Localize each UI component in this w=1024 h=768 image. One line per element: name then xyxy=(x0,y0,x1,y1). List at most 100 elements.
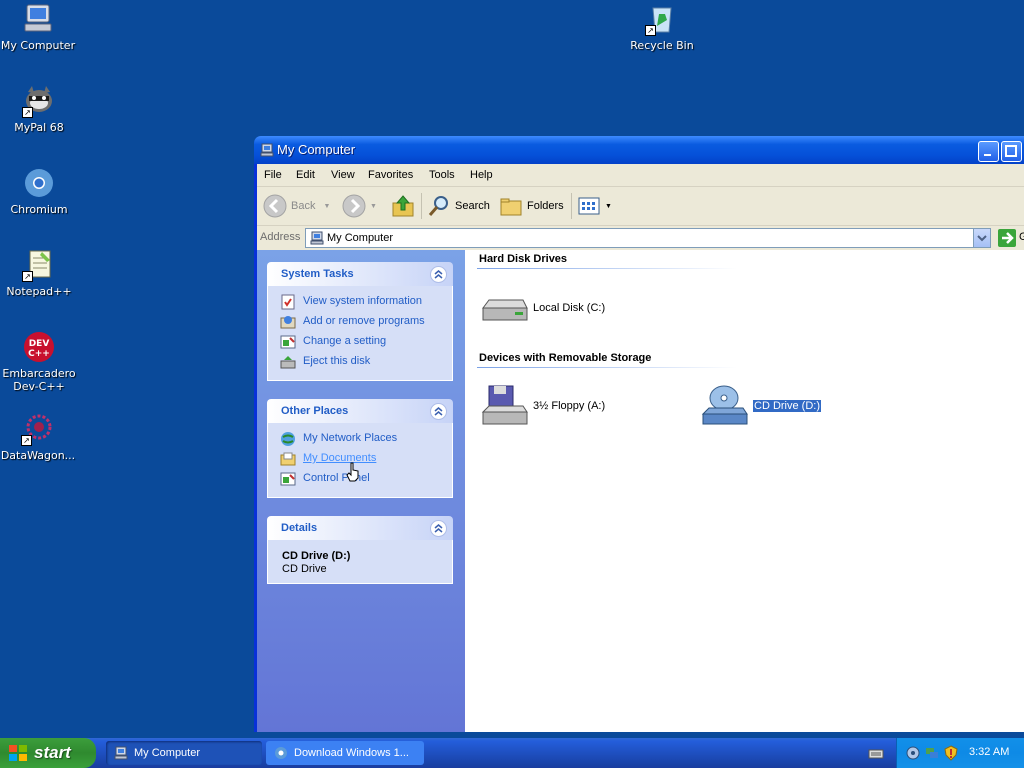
computer-icon xyxy=(114,746,128,760)
taskbar-download-windows[interactable]: Download Windows 1... xyxy=(266,741,424,765)
dev-cpp-icon: DEV C++ xyxy=(22,330,56,364)
system-tasks-header[interactable]: System Tasks xyxy=(267,262,453,286)
other-places-header[interactable]: Other Places xyxy=(267,399,453,423)
desktop-icon-recycle-bin[interactable]: ↗ Recycle Bin xyxy=(624,2,700,52)
folders-button[interactable]: Folders xyxy=(499,193,564,219)
chevron-down-icon: ▼ xyxy=(605,202,612,210)
network-places-icon xyxy=(280,431,296,447)
address-dropdown-button[interactable] xyxy=(973,229,990,247)
start-button[interactable]: start xyxy=(0,738,96,768)
menu-bar: File Edit View Favorites Tools Help xyxy=(257,164,1024,187)
forward-button[interactable]: ▼ xyxy=(342,193,377,219)
back-arrow-icon xyxy=(263,194,287,218)
chevron-down-icon: ▼ xyxy=(370,202,377,210)
other-places-body: My Network Places My Documents Control P… xyxy=(267,423,453,498)
desktop-icon-devcpp[interactable]: DEV C++ Embarcadero Dev-C++ xyxy=(1,330,77,393)
menu-help[interactable]: Help xyxy=(470,169,493,181)
control-panel-icon xyxy=(280,334,296,350)
computer-icon xyxy=(21,2,55,36)
desktop-icon-mypal[interactable]: ↗ MyPal 68 xyxy=(1,84,77,134)
menu-tools[interactable]: Tools xyxy=(429,169,455,181)
volume-icon[interactable] xyxy=(905,745,921,761)
floppy-drive-icon xyxy=(479,384,529,428)
views-grid-icon xyxy=(577,194,601,218)
shortcut-arrow-icon: ↗ xyxy=(645,25,656,36)
toolbar-separator xyxy=(571,193,572,219)
shortcut-arrow-icon: ↗ xyxy=(22,271,33,282)
shortcut-arrow-icon: ↗ xyxy=(22,107,33,118)
collapse-chevron-icon[interactable] xyxy=(430,266,447,283)
go-button[interactable] xyxy=(997,228,1017,248)
system-tray: 3:32 AM xyxy=(896,738,1024,768)
task-label: View system information xyxy=(303,295,423,307)
desktop-icon-label: MyPal 68 xyxy=(14,121,64,134)
security-shield-icon[interactable] xyxy=(943,745,959,761)
network-icon[interactable] xyxy=(924,745,940,761)
menu-edit[interactable]: Edit xyxy=(296,169,315,181)
menu-view[interactable]: View xyxy=(331,169,355,181)
system-tasks-panel: System Tasks View system information Add… xyxy=(267,262,453,381)
drive-local-disk-c[interactable]: Local Disk (C:) xyxy=(479,286,605,330)
task-label: Add or remove programs xyxy=(303,315,425,327)
eject-disk-icon xyxy=(280,354,296,370)
svg-text:DEV: DEV xyxy=(29,339,50,349)
search-button[interactable]: Search xyxy=(427,193,490,219)
place-my-documents[interactable]: My Documents xyxy=(268,449,452,469)
drive-floppy-a[interactable]: 3½ Floppy (A:) xyxy=(479,384,605,428)
panel-title: System Tasks xyxy=(281,268,354,280)
raccoon-icon: ↗ xyxy=(22,84,56,118)
panel-title: Details xyxy=(281,522,318,534)
keyboard-icon[interactable] xyxy=(868,745,884,761)
desktop-icon-datawagon[interactable]: ↗ DataWagon... xyxy=(0,412,76,462)
taskbar-item-label: Download Windows 1... xyxy=(294,747,409,759)
task-eject-disk[interactable]: Eject this disk xyxy=(268,352,452,372)
desktop-icon-label: Chromium xyxy=(10,203,68,216)
taskbar-my-computer[interactable]: My Computer xyxy=(106,741,262,765)
desktop-icon-notepadpp[interactable]: ↗ Notepad++ xyxy=(1,248,77,298)
control-panel-icon xyxy=(280,471,296,487)
datawagon-icon: ↗ xyxy=(21,412,55,446)
toolbar: Back ▼ ▼ Search Folders ▼ xyxy=(257,187,1024,226)
place-control-panel[interactable]: Control Panel xyxy=(268,469,452,489)
search-icon xyxy=(427,194,451,218)
taskbar: start My Computer Download Windows 1... … xyxy=(0,738,1024,768)
other-places-panel: Other Places My Network Places My Docume… xyxy=(267,399,453,498)
details-body: CD Drive (D:) CD Drive xyxy=(267,540,453,584)
collapse-chevron-icon[interactable] xyxy=(430,403,447,420)
task-change-setting[interactable]: Change a setting xyxy=(268,332,452,352)
panel-title: Other Places xyxy=(281,405,349,417)
details-item-name: CD Drive (D:) xyxy=(282,550,351,562)
task-add-remove-programs[interactable]: Add or remove programs xyxy=(268,312,452,332)
drive-cd-d[interactable]: CD Drive (D:) xyxy=(699,384,822,428)
desktop-icon-label: Notepad++ xyxy=(6,285,72,298)
address-input[interactable]: My Computer xyxy=(305,228,991,248)
desktop-icon-chromium[interactable]: Chromium xyxy=(1,166,77,216)
maximize-button[interactable] xyxy=(1001,141,1022,162)
taskbar-item-label: My Computer xyxy=(134,747,201,759)
minimize-button[interactable] xyxy=(978,141,999,162)
search-label: Search xyxy=(455,200,490,212)
place-my-network-places[interactable]: My Network Places xyxy=(268,429,452,449)
up-folder-button[interactable] xyxy=(391,193,419,219)
folders-label: Folders xyxy=(527,200,564,212)
clock[interactable]: 3:32 AM xyxy=(969,746,1009,758)
chromium-icon xyxy=(274,746,288,760)
menu-file[interactable]: File xyxy=(264,169,282,181)
task-view-system-information[interactable]: View system information xyxy=(268,292,452,312)
recycle-bin-icon: ↗ xyxy=(645,2,679,36)
desktop-icon-label: Embarcadero Dev-C++ xyxy=(2,367,76,393)
collapse-chevron-icon[interactable] xyxy=(430,520,447,537)
add-remove-programs-icon xyxy=(280,314,296,330)
address-label: Address xyxy=(260,231,301,243)
desktop-icon-my-computer[interactable]: My Computer xyxy=(0,2,76,52)
window-title: My Computer xyxy=(277,142,356,157)
back-button[interactable]: Back ▼ xyxy=(263,193,330,219)
chevron-down-icon: ▼ xyxy=(323,202,331,210)
hand-cursor-icon xyxy=(346,462,360,482)
title-bar[interactable]: My Computer xyxy=(254,136,1024,164)
views-button[interactable]: ▼ xyxy=(577,193,612,219)
details-header[interactable]: Details xyxy=(267,516,453,540)
menu-favorites[interactable]: Favorites xyxy=(368,169,413,181)
system-tasks-body: View system information Add or remove pr… xyxy=(267,286,453,381)
system-info-icon xyxy=(280,294,296,310)
